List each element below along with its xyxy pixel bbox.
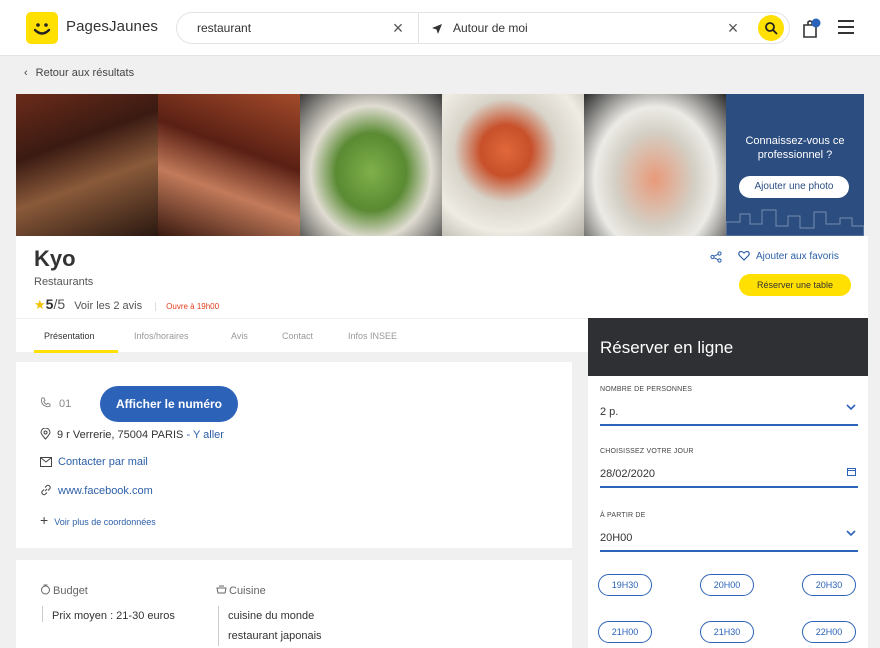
open-status: Ouvre à 19h00	[155, 302, 220, 311]
business-header: Kyo Restaurants ★5/5 Voir les 2 avis Ouv…	[16, 236, 868, 318]
share-icon[interactable]	[710, 250, 722, 268]
search-button[interactable]	[758, 15, 784, 41]
photo-salmon-bowl[interactable]	[442, 94, 584, 236]
phone-prefix: 01	[59, 398, 72, 410]
favorites-label[interactable]: Ajouter aux favoris	[756, 251, 839, 262]
time-slot-button[interactable]: 21H30	[700, 621, 754, 643]
time-select[interactable]: À PARTIR DE 20H00	[600, 512, 858, 552]
rating-max: /5	[53, 296, 66, 312]
time-slot-button[interactable]: 19H30	[598, 574, 652, 596]
budget-title: Budget	[40, 584, 88, 597]
cuisine-value-2: restaurant japonais	[228, 630, 322, 642]
phone-icon	[40, 397, 51, 408]
city-skyline-icon	[726, 209, 864, 236]
location-arrow-icon	[431, 22, 443, 40]
rating-row: ★5/5 Voir les 2 avis Ouvre à 19h00	[34, 296, 220, 313]
tab-infos-insee[interactable]: Infos INSEE	[348, 331, 397, 341]
persons-select[interactable]: NOMBRE DE PERSONNES 2 p.	[600, 386, 858, 426]
clear-where-icon[interactable]: ×	[723, 18, 743, 38]
address-row: 9 r Verrerie, 75004 PARIS - Y aller	[40, 427, 224, 441]
more-contacts-link[interactable]: Voir plus de coordonnées	[54, 517, 156, 527]
hamburger-menu-icon[interactable]	[838, 20, 854, 38]
add-photo-panel: Connaissez-vous ce professionnel ? Ajout…	[726, 94, 864, 236]
online-booking-panel: Réserver en ligne NOMBRE DE PERSONNES 2 …	[588, 318, 868, 648]
time-label: À PARTIR DE	[600, 512, 646, 519]
active-tab-indicator	[34, 350, 118, 353]
day-picker[interactable]: CHOISISSEZ VOTRE JOUR 28/02/2020	[600, 448, 858, 488]
website-row[interactable]: www.facebook.com	[40, 484, 153, 497]
heart-icon	[738, 250, 750, 261]
add-photo-button[interactable]: Ajouter une photo	[739, 176, 849, 198]
photo-sushi-roll[interactable]	[300, 94, 442, 236]
cuisine-icon	[216, 585, 227, 594]
reserve-table-button[interactable]: Réserver une table	[739, 274, 851, 296]
tab-contact[interactable]: Contact	[282, 331, 313, 341]
chevron-left-icon: ‹	[24, 67, 28, 79]
persons-value[interactable]: 2 p.	[600, 406, 618, 418]
star-icon: ★	[34, 297, 46, 312]
back-link-label[interactable]: Retour aux résultats	[36, 67, 134, 79]
pj-account-icon[interactable]	[800, 17, 822, 44]
booking-header: Réserver en ligne	[588, 318, 868, 376]
calendar-icon	[847, 468, 856, 476]
cuisine-title: Cuisine	[216, 584, 266, 597]
budget-value: Prix moyen : 21-30 euros	[52, 610, 175, 622]
phone-row: 01	[40, 397, 71, 410]
contact-mail-link[interactable]: Contacter par mail	[58, 456, 148, 468]
day-label: CHOISISSEZ VOTRE JOUR	[600, 448, 694, 455]
details-card: Budget Prix moyen : 21-30 euros Cuisine …	[16, 560, 572, 648]
cuisine-divider	[218, 606, 219, 646]
add-to-favorites[interactable]: Ajouter aux favoris	[738, 250, 839, 262]
top-header: PagesJaunes restaurant × Autour de moi ×	[0, 0, 880, 56]
chevron-down-icon	[846, 404, 856, 410]
photo-gallery: Connaissez-vous ce professionnel ? Ajout…	[16, 94, 868, 236]
website-link[interactable]: www.facebook.com	[58, 485, 153, 497]
chevron-down-icon	[846, 530, 856, 536]
business-name: Kyo	[34, 246, 76, 271]
cuisine-value-1: cuisine du monde	[228, 610, 315, 622]
tab-bar: Présentation Infos/horaires Avis Contact…	[16, 318, 588, 353]
add-photo-question: Connaissez-vous ce professionnel ?	[745, 135, 845, 161]
time-value[interactable]: 20H00	[600, 532, 632, 544]
tab-infos-horaires[interactable]: Infos/horaires	[134, 331, 189, 341]
tab-presentation[interactable]: Présentation	[44, 331, 95, 341]
pagesjaunes-logo-icon[interactable]	[26, 12, 58, 44]
time-slot-button[interactable]: 20H30	[802, 574, 856, 596]
search-icon	[765, 22, 778, 35]
time-slot-button[interactable]: 20H00	[700, 574, 754, 596]
map-pin-icon	[40, 427, 51, 440]
time-slot-button[interactable]: 21H00	[598, 621, 652, 643]
directions-link[interactable]: - Y aller	[186, 429, 224, 441]
time-slot-button[interactable]: 22H00	[802, 621, 856, 643]
day-value[interactable]: 28/02/2020	[600, 468, 655, 480]
photo-dining-room[interactable]	[16, 94, 158, 236]
tab-avis[interactable]: Avis	[231, 331, 248, 341]
booking-title: Réserver en ligne	[600, 338, 734, 357]
wallet-icon	[41, 584, 50, 595]
reviews-link[interactable]: Voir les 2 avis	[74, 300, 142, 312]
photo-restaurant-interior[interactable]	[158, 94, 300, 236]
business-category: Restaurants	[34, 276, 94, 288]
show-number-button[interactable]: Afficher le numéro	[100, 386, 238, 422]
photo-sushi-plate[interactable]	[584, 94, 726, 236]
search-what-value[interactable]: restaurant	[197, 21, 251, 35]
budget-divider	[42, 606, 43, 622]
search-where-value[interactable]: Autour de moi	[453, 21, 528, 35]
contact-card: 01 Afficher le numéro 9 r Verrerie, 7500…	[16, 362, 572, 548]
search-where-field[interactable]: Autour de moi ×	[418, 12, 790, 44]
persons-label: NOMBRE DE PERSONNES	[600, 386, 693, 393]
back-to-results-link[interactable]: ‹ Retour aux résultats	[24, 67, 134, 79]
search-what-field[interactable]: restaurant ×	[176, 12, 418, 44]
mail-icon	[40, 457, 52, 467]
clear-what-icon[interactable]: ×	[388, 18, 408, 38]
plus-icon: +	[40, 512, 49, 528]
link-icon	[41, 484, 51, 496]
brand-name[interactable]: PagesJaunes	[66, 18, 158, 35]
address-text: 9 r Verrerie, 75004 PARIS	[57, 429, 184, 441]
email-row[interactable]: Contacter par mail	[40, 456, 148, 468]
more-contacts-row[interactable]: + Voir plus de coordonnées	[40, 512, 156, 528]
